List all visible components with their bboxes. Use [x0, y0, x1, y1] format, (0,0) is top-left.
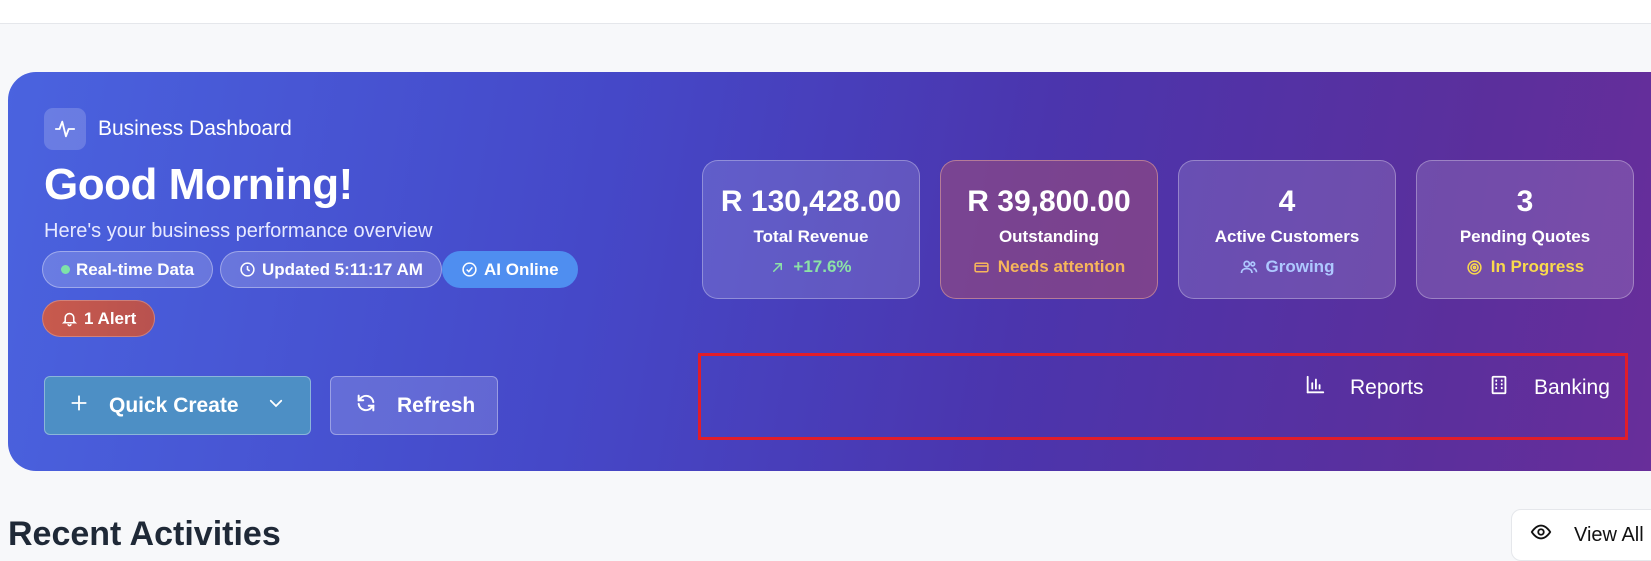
refresh-icon	[355, 392, 377, 420]
stat-sub: In Progress	[1417, 257, 1633, 277]
top-bar	[0, 0, 1651, 24]
page-subtitle: Here's your business performance overvie…	[44, 220, 433, 242]
stat-card-quotes[interactable]: 3 Pending Quotes In Progress	[1416, 160, 1634, 299]
stat-label: Active Customers	[1214, 227, 1360, 246]
trend-up-icon	[770, 260, 785, 275]
section-title: Recent Activities	[8, 515, 281, 553]
view-all-button[interactable]: View All	[1511, 509, 1651, 561]
realtime-badge: Real-time Data	[42, 251, 214, 288]
stat-sub-label: +17.6%	[793, 257, 852, 276]
view-all-label: View All	[1574, 523, 1644, 546]
stat-card-outstanding[interactable]: R 39,800.00 Outstanding Needs attention	[940, 160, 1158, 299]
stat-value: R 39,800.00	[967, 185, 1131, 218]
status-dot-icon	[61, 265, 70, 274]
card-icon	[973, 259, 990, 276]
stat-sub-label: Growing	[1265, 257, 1335, 276]
realtime-label: Real-time Data	[76, 259, 195, 279]
brand: Business Dashboard	[44, 108, 292, 150]
stat-label: Total Revenue	[753, 227, 869, 246]
eye-icon	[1530, 521, 1552, 549]
stat-label: Pending Quotes	[1459, 227, 1591, 246]
quick-create-button[interactable]: Quick Create	[44, 376, 311, 435]
stat-card-customers[interactable]: 4 Active Customers Growing	[1178, 160, 1396, 299]
users-icon	[1240, 258, 1258, 276]
highlight-box	[698, 353, 1628, 440]
quick-create-label: Quick Create	[109, 393, 239, 417]
refresh-label: Refresh	[397, 393, 476, 417]
activity-icon	[44, 108, 86, 150]
ai-status-label: AI Online	[484, 259, 559, 279]
refresh-button[interactable]: Refresh	[330, 376, 498, 435]
stat-sub-label: Needs attention	[997, 257, 1126, 276]
stat-label: Outstanding	[998, 227, 1100, 246]
plus-icon	[69, 393, 89, 419]
brand-label: Business Dashboard	[98, 117, 292, 140]
page-title: Good Morning!	[44, 160, 353, 209]
alert-label: 1 Alert	[84, 308, 137, 328]
alert-badge[interactable]: 1 Alert	[42, 300, 156, 337]
chevron-down-icon[interactable]	[267, 394, 285, 418]
target-icon	[1466, 259, 1483, 276]
updated-badge: Updated 5:11:17 AM	[220, 251, 442, 288]
updated-label: Updated 5:11:17 AM	[262, 259, 423, 279]
stat-value: 4	[1278, 185, 1296, 218]
clock-icon	[239, 261, 256, 278]
stat-card-revenue[interactable]: R 130,428.00 Total Revenue +17.6%	[702, 160, 920, 299]
stat-sub: Needs attention	[941, 257, 1157, 277]
check-circle-icon	[461, 261, 478, 278]
bell-icon	[61, 310, 78, 327]
stat-value: R 130,428.00	[720, 185, 902, 218]
stat-value: 3	[1516, 185, 1534, 218]
stat-sub-label: In Progress	[1490, 257, 1585, 276]
stat-sub: +17.6%	[703, 257, 919, 277]
stat-sub: Growing	[1179, 257, 1395, 277]
ai-status-badge: AI Online	[442, 251, 578, 288]
